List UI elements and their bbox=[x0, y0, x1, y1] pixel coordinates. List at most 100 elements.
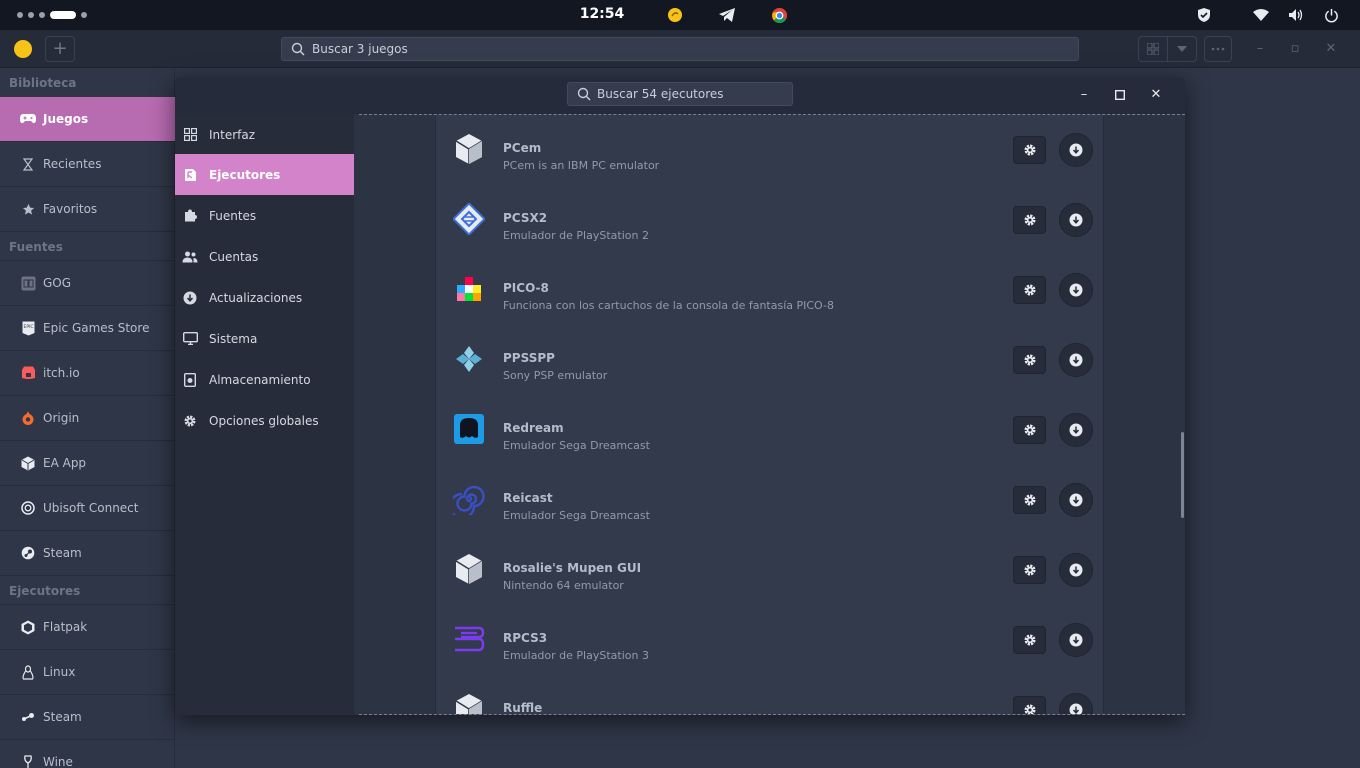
pref-nav-accounts[interactable]: Cuentas bbox=[175, 236, 354, 277]
sidebar-item-steam-runner[interactable]: Steam bbox=[0, 695, 175, 739]
gog-icon bbox=[20, 275, 36, 291]
runner-install-button[interactable] bbox=[1059, 413, 1093, 447]
pref-nav-storage[interactable]: Almacenamiento bbox=[175, 359, 354, 400]
wifi-icon[interactable] bbox=[1252, 6, 1270, 24]
runner-install-button[interactable] bbox=[1059, 343, 1093, 377]
sidebar-item-origin[interactable]: Origin bbox=[0, 396, 175, 440]
runner-row-ruffle: Ruffle bbox=[436, 675, 1103, 714]
sidebar-item-epic[interactable]: EPIC Epic Games Store bbox=[0, 306, 175, 350]
runner-configure-button[interactable] bbox=[1013, 486, 1046, 514]
cube-icon bbox=[453, 553, 485, 585]
hourglass-icon bbox=[20, 156, 36, 172]
pref-nav-label: Opciones globales bbox=[209, 413, 319, 428]
runner-configure-button[interactable] bbox=[1013, 696, 1046, 714]
pref-nav-sources[interactable]: Fuentes bbox=[175, 195, 354, 236]
sidebar-item-steam-source[interactable]: Steam bbox=[0, 531, 175, 575]
reicast-icon bbox=[453, 483, 485, 515]
runner-install-button[interactable] bbox=[1059, 693, 1093, 714]
pref-nav-label: Actualizaciones bbox=[209, 290, 303, 305]
runner-name: Redream bbox=[503, 421, 564, 435]
gear-icon bbox=[1024, 704, 1035, 714]
more-icon bbox=[1211, 47, 1225, 51]
cube-icon bbox=[453, 133, 485, 165]
sidebar-item-favorites[interactable]: Favoritos bbox=[0, 187, 175, 231]
sidebar-item-games[interactable]: Juegos bbox=[0, 97, 175, 141]
dialog-minimize-button[interactable]: – bbox=[1074, 85, 1094, 105]
library-sidebar: Biblioteca Juegos Recientes Favoritos Fu… bbox=[0, 69, 175, 768]
gear-icon bbox=[1024, 214, 1035, 226]
pico8-icon bbox=[453, 273, 485, 305]
pref-nav-updates[interactable]: Actualizaciones bbox=[175, 277, 354, 318]
runner-install-button[interactable] bbox=[1059, 623, 1093, 657]
runner-configure-button[interactable] bbox=[1013, 276, 1046, 304]
dialog-headerbar: Buscar 54 ejecutores – ✕ bbox=[175, 77, 1185, 114]
telegram-icon[interactable] bbox=[718, 6, 736, 24]
dialog-close-button[interactable]: ✕ bbox=[1146, 85, 1166, 105]
sidebar-item-itchio[interactable]: itch.io bbox=[0, 351, 175, 395]
runner-install-button[interactable] bbox=[1059, 133, 1093, 167]
runner-configure-button[interactable] bbox=[1013, 346, 1046, 374]
runner-row-rosalies-mupen-gui: Rosalie's Mupen GUI Nintendo 64 emulator bbox=[436, 535, 1103, 605]
runner-name: PCem bbox=[503, 141, 542, 155]
download-icon bbox=[1069, 493, 1083, 507]
shield-icon[interactable] bbox=[1195, 6, 1213, 24]
runner-row-ppsspp: PPSSPP Sony PSP emulator bbox=[436, 325, 1103, 395]
sidebar-item-label: GOG bbox=[43, 276, 72, 290]
volume-icon[interactable] bbox=[1287, 6, 1305, 24]
steam-icon bbox=[20, 709, 36, 725]
runner-list-scrollbar[interactable] bbox=[1181, 432, 1184, 518]
sidebar-item-recent[interactable]: Recientes bbox=[0, 142, 175, 186]
download-icon bbox=[1069, 213, 1083, 227]
sidebar-item-flatpak[interactable]: Flatpak bbox=[0, 605, 175, 649]
pref-nav-global-options[interactable]: Opciones globales bbox=[175, 400, 354, 441]
runner-install-button[interactable] bbox=[1059, 483, 1093, 517]
sidebar-item-wine[interactable]: Wine bbox=[0, 740, 175, 768]
pref-nav-label: Interfaz bbox=[209, 127, 256, 142]
workspace-indicator[interactable] bbox=[17, 11, 87, 19]
runner-install-button[interactable] bbox=[1059, 553, 1093, 587]
dialog-maximize-button[interactable] bbox=[1110, 85, 1130, 105]
sidebar-item-label: Epic Games Store bbox=[43, 321, 150, 335]
runner-search-input[interactable]: Buscar 54 ejecutores bbox=[567, 82, 793, 106]
view-grid-button[interactable] bbox=[1138, 36, 1168, 62]
runner-configure-button[interactable] bbox=[1013, 136, 1046, 164]
sidebar-item-gog[interactable]: GOG bbox=[0, 261, 175, 305]
runner-row-redream: Redream Emulador Sega Dreamcast bbox=[436, 395, 1103, 465]
runner-install-button[interactable] bbox=[1059, 273, 1093, 307]
sidebar-item-ubisoft[interactable]: Ubisoft Connect bbox=[0, 486, 175, 530]
view-options-dropdown[interactable] bbox=[1167, 36, 1197, 62]
power-icon[interactable] bbox=[1322, 6, 1340, 24]
main-minimize-button[interactable]: – bbox=[1250, 39, 1270, 59]
sidebar-item-ea-app[interactable]: EA App bbox=[0, 441, 175, 485]
pref-nav-interface[interactable]: Interfaz bbox=[175, 114, 354, 155]
add-game-button[interactable]: + bbox=[45, 36, 75, 62]
runner-description: PCem is an IBM PC emulator bbox=[503, 159, 660, 172]
runner-configure-button[interactable] bbox=[1013, 206, 1046, 234]
lutris-logo-icon[interactable] bbox=[14, 40, 32, 58]
runner-row-rpcs3: RPCS3 Emulador de PlayStation 3 bbox=[436, 605, 1103, 675]
ubisoft-icon bbox=[20, 500, 36, 516]
game-search-input[interactable]: Buscar 3 juegos bbox=[281, 37, 1079, 61]
main-menu-button[interactable] bbox=[1204, 36, 1232, 62]
runner-search-placeholder: Buscar 54 ejecutores bbox=[597, 87, 724, 101]
rpcs3-icon bbox=[453, 623, 485, 655]
grid-icon bbox=[182, 127, 198, 143]
gear-icon bbox=[1024, 634, 1035, 646]
pref-nav-runners[interactable]: Ejecutores bbox=[175, 154, 354, 195]
runner-name: Rosalie's Mupen GUI bbox=[503, 561, 642, 575]
runner-row-pcem: PCem PCem is an IBM PC emulator bbox=[436, 115, 1103, 185]
chrome-icon[interactable] bbox=[770, 6, 788, 24]
runner-configure-button[interactable] bbox=[1013, 556, 1046, 584]
clock[interactable]: 12:54 bbox=[572, 6, 632, 22]
search-icon bbox=[291, 42, 305, 56]
main-maximize-button[interactable]: ▫ bbox=[1285, 39, 1305, 59]
pref-nav-system[interactable]: Sistema bbox=[175, 318, 354, 359]
runner-configure-button[interactable] bbox=[1013, 416, 1046, 444]
runner-configure-button[interactable] bbox=[1013, 626, 1046, 654]
runner-name: PICO-8 bbox=[503, 281, 549, 295]
sidebar-item-linux[interactable]: Linux bbox=[0, 650, 175, 694]
runner-install-button[interactable] bbox=[1059, 203, 1093, 237]
main-close-button[interactable]: ✕ bbox=[1321, 39, 1341, 59]
runner-description: Sony PSP emulator bbox=[503, 369, 608, 382]
lutris-tray-icon[interactable] bbox=[666, 6, 684, 24]
